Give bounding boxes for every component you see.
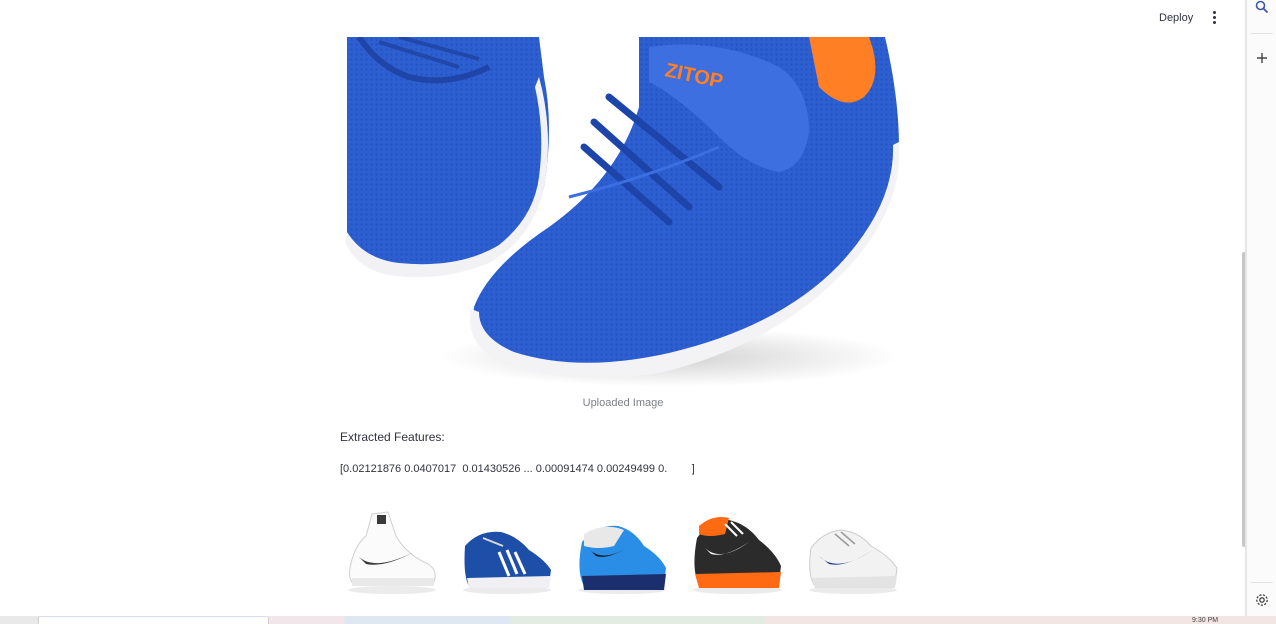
right-side-panel (1246, 0, 1276, 616)
kebab-menu-icon[interactable] (1206, 8, 1222, 28)
app-main: Deploy ZITOP Uploaded Image Extracted Fe… (2, 0, 1246, 616)
image-caption: Uploaded Image (582, 397, 664, 409)
black-orange-runner-image (693, 517, 781, 594)
settings-icon[interactable] (1254, 592, 1270, 608)
taskbar-clock: 9:30 PM (1192, 617, 1219, 624)
top-toolbar: Deploy (2, 0, 1245, 37)
white-navy-sneaker-image (809, 529, 898, 594)
taskbar-window-button[interactable] (38, 617, 269, 624)
recommendation-image-3 (574, 506, 670, 598)
uploaded-image: ZITOP (339, 37, 905, 390)
recommendation-image-1 (344, 506, 440, 598)
recommendation-image-5 (805, 506, 901, 598)
recommendation-image-4 (689, 506, 785, 598)
recommendation-image-2 (459, 506, 555, 598)
search-icon[interactable] (1254, 0, 1270, 16)
deploy-button[interactable]: Deploy (1153, 8, 1199, 28)
plus-icon[interactable] (1254, 50, 1270, 66)
blue-kids-sneaker-image: ZITOP (345, 37, 900, 387)
rail-divider (1251, 582, 1273, 583)
white-high-top-sneaker-image (348, 511, 436, 594)
feature-vector-text: [0.02121876 0.0407017 0.01430526 ... 0.0… (340, 463, 695, 475)
blue-tennis-shoe-image (578, 525, 666, 594)
rail-divider (1251, 33, 1273, 34)
extracted-features-label: Extracted Features: (340, 430, 445, 444)
blue-running-shoe-image (463, 531, 551, 594)
